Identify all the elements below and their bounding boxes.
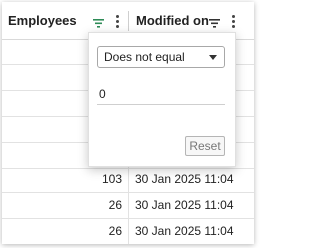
filter-operator-value: Does not equal — [104, 50, 185, 64]
column-menu-icon[interactable] — [232, 15, 236, 30]
chevron-down-icon — [209, 55, 217, 60]
employees-cell: 26 — [108, 224, 122, 238]
employees-cell: 26 — [108, 198, 122, 212]
modified-on-cell: 30 Jan 2025 11:04 — [135, 172, 234, 186]
filter-popup: Does not equal Reset — [88, 32, 236, 167]
employees-cell: 103 — [101, 172, 122, 186]
filter-icon[interactable] — [209, 15, 220, 33]
column-separator[interactable] — [128, 11, 129, 31]
filter-value-input[interactable] — [97, 83, 225, 105]
grid: Employees Modified on 103 30 Jan 2025 11… — [2, 2, 254, 244]
modified-on-cell: 30 Jan 2025 11:04 — [135, 224, 234, 238]
column-menu-icon[interactable] — [116, 15, 120, 30]
filter-icon[interactable] — [93, 15, 104, 33]
filter-operator-select[interactable]: Does not equal — [97, 46, 225, 68]
modified-on-cell: 30 Jan 2025 11:04 — [135, 198, 234, 212]
reset-button[interactable]: Reset — [185, 136, 225, 156]
employees-column-header[interactable]: Employees — [8, 2, 77, 39]
